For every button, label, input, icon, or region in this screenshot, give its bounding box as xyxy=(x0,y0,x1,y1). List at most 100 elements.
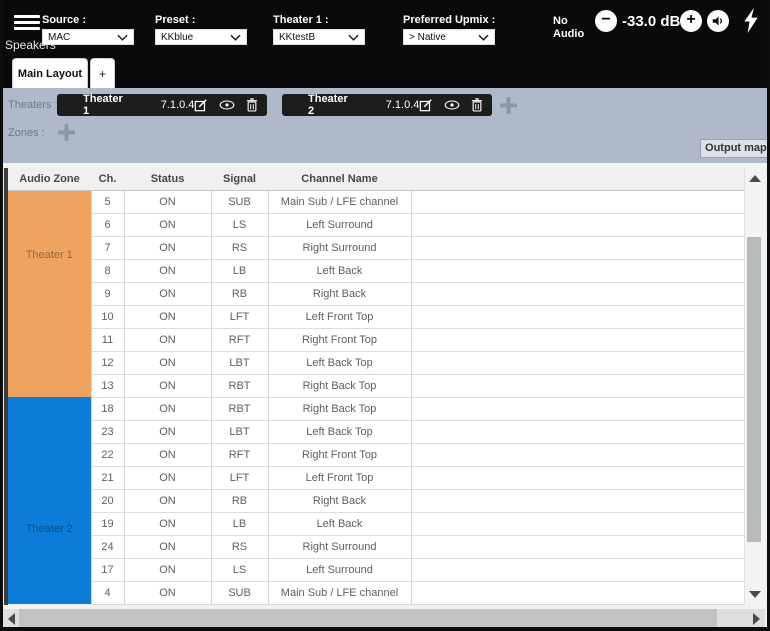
table-row: 17 ON LS Left Surround xyxy=(8,558,744,582)
eye-icon[interactable] xyxy=(219,100,235,110)
status-cell[interactable]: ON xyxy=(124,351,212,375)
status-cell[interactable]: ON xyxy=(124,558,212,582)
status-cell[interactable]: ON xyxy=(124,535,212,559)
status-cell[interactable]: ON xyxy=(124,305,212,329)
signal-cell: RB xyxy=(211,282,269,306)
trash-icon[interactable] xyxy=(471,98,483,112)
channel-name-cell: Right Back Top xyxy=(268,397,412,421)
theater-config: 7.1.0.4 xyxy=(385,99,420,111)
zones-row-label: Zones : xyxy=(8,127,45,139)
channel-table-area: Audio Zone Ch. Status Signal Channel Nam… xyxy=(0,163,770,628)
status-cell[interactable]: ON xyxy=(124,328,212,352)
signal-cell: RB xyxy=(211,489,269,513)
plus-icon xyxy=(500,97,517,114)
channel-number-cell: 10 xyxy=(91,305,125,329)
extra-cell xyxy=(411,558,744,582)
extra-cell xyxy=(411,466,744,490)
extra-cell xyxy=(411,535,744,559)
table-row: 7 ON RS Right Surround xyxy=(8,236,744,260)
tab-main-layout[interactable]: Main Layout xyxy=(12,58,88,88)
volume-up-button[interactable]: + xyxy=(680,10,702,32)
horizontal-scrollbar[interactable] xyxy=(3,609,765,627)
trash-icon[interactable] xyxy=(246,98,258,112)
channel-number-cell: 24 xyxy=(91,535,125,559)
channel-number-cell: 13 xyxy=(91,374,125,398)
theater-select[interactable]: KKtestB xyxy=(273,29,365,45)
mute-button[interactable] xyxy=(707,10,729,32)
channel-number-cell: 21 xyxy=(91,466,125,490)
theater-name: Theater 1 xyxy=(83,93,123,117)
extra-cell xyxy=(411,489,744,513)
channel-number-cell: 9 xyxy=(91,282,125,306)
table-row: 21 ON LFT Left Front Top xyxy=(8,466,744,490)
power-bolt-icon[interactable] xyxy=(743,8,759,38)
add-tab-button[interactable]: + xyxy=(90,58,115,88)
signal-cell: LBT xyxy=(211,420,269,444)
signal-cell: SUB xyxy=(211,581,269,605)
preset-label: Preset : xyxy=(155,14,196,26)
status-cell[interactable]: ON xyxy=(124,259,212,283)
scroll-up-icon[interactable] xyxy=(749,175,761,182)
audio-zone-cell[interactable]: Theater 2 xyxy=(8,397,92,604)
channel-name-cell: Right Surround xyxy=(268,236,412,260)
source-select[interactable]: MAC xyxy=(42,29,134,45)
scroll-down-icon[interactable] xyxy=(749,591,761,598)
status-cell[interactable]: ON xyxy=(124,236,212,260)
menu-icon[interactable] xyxy=(14,15,40,33)
status-cell[interactable]: ON xyxy=(124,374,212,398)
scroll-right-icon[interactable] xyxy=(753,613,760,625)
audio-status: No Audio xyxy=(553,15,585,40)
extra-cell xyxy=(411,512,744,536)
status-cell[interactable]: ON xyxy=(124,443,212,467)
upmix-select[interactable]: > Native xyxy=(403,29,495,45)
output-mapping-button[interactable]: Output mapping xyxy=(700,139,770,158)
layout-panel: Theaters : Theater 1 7.1.0.4 Theater 2 7… xyxy=(0,88,770,163)
theater-pill-2[interactable]: Theater 2 7.1.0.4 xyxy=(282,93,492,117)
channel-number-cell: 23 xyxy=(91,420,125,444)
table-row: 13 ON RBT Right Back Top xyxy=(8,374,744,398)
extra-cell xyxy=(411,581,744,605)
channel-number-cell: 19 xyxy=(91,512,125,536)
app-window: Speakers Source : MAC Preset : KKblue Th… xyxy=(0,0,770,631)
status-cell[interactable]: ON xyxy=(124,282,212,306)
window-border xyxy=(0,0,3,631)
preset-select[interactable]: KKblue xyxy=(155,29,247,45)
table-row: 4 ON SUB Main Sub / LFE channel xyxy=(8,581,744,605)
channel-number-cell: 20 xyxy=(91,489,125,513)
status-cell[interactable]: ON xyxy=(124,512,212,536)
vertical-scroll-thumb[interactable] xyxy=(747,237,761,542)
table-row: 19 ON LB Left Back xyxy=(8,512,744,536)
status-cell[interactable]: ON xyxy=(124,213,212,237)
eye-icon[interactable] xyxy=(444,100,460,110)
source-field: Source : MAC xyxy=(42,14,134,45)
vertical-scrollbar[interactable] xyxy=(744,168,762,605)
channel-table: Audio Zone Ch. Status Signal Channel Nam… xyxy=(8,168,744,605)
status-cell[interactable]: ON xyxy=(124,581,212,605)
signal-cell: LFT xyxy=(211,466,269,490)
audio-zone-cell[interactable]: Theater 1 xyxy=(8,190,92,397)
header-channel: Ch. xyxy=(91,168,124,191)
preset-field: Preset : KKblue xyxy=(155,14,247,45)
extra-cell xyxy=(411,305,744,329)
add-zone-button[interactable] xyxy=(58,124,75,146)
scroll-left-icon[interactable] xyxy=(8,613,15,625)
status-cell[interactable]: ON xyxy=(124,190,212,214)
header-audio-zone: Audio Zone xyxy=(8,168,91,191)
plus-icon: + xyxy=(686,11,696,28)
horizontal-scroll-thumb[interactable] xyxy=(19,609,717,627)
status-cell[interactable]: ON xyxy=(124,420,212,444)
status-cell[interactable]: ON xyxy=(124,489,212,513)
edit-icon[interactable] xyxy=(419,98,433,112)
table-row: 20 ON RB Right Back xyxy=(8,489,744,513)
volume-down-button[interactable]: − xyxy=(595,10,617,32)
add-theater-button[interactable] xyxy=(500,97,517,119)
channel-number-cell: 12 xyxy=(91,351,125,375)
channel-name-cell: Main Sub / LFE channel xyxy=(268,581,412,605)
table-row: 9 ON RB Right Back xyxy=(8,282,744,306)
channel-number-cell: 7 xyxy=(91,236,125,260)
chevron-down-icon xyxy=(348,34,359,41)
status-cell[interactable]: ON xyxy=(124,397,212,421)
theater-pill-1[interactable]: Theater 1 7.1.0.4 xyxy=(57,93,267,117)
edit-icon[interactable] xyxy=(194,98,208,112)
status-cell[interactable]: ON xyxy=(124,466,212,490)
